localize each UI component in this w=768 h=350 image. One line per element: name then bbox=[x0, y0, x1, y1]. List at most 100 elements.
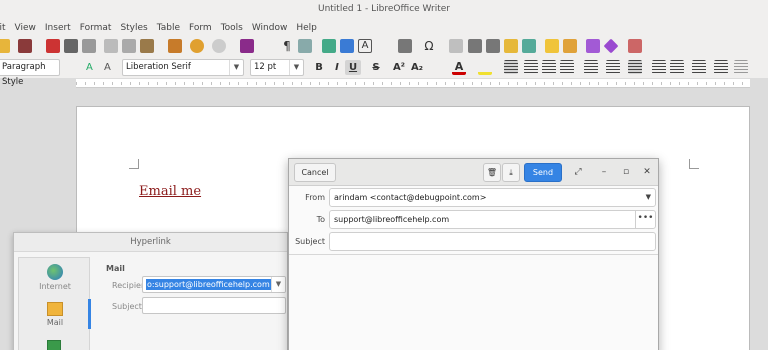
formatting-marks-icon[interactable]: ¶ bbox=[280, 39, 294, 53]
line-spacing-icon[interactable] bbox=[692, 60, 706, 74]
minimize-icon[interactable]: – bbox=[598, 166, 610, 178]
menu-item-format[interactable]: Format bbox=[80, 23, 112, 33]
underline-button[interactable]: U bbox=[345, 60, 361, 75]
update-style-icon[interactable]: A bbox=[86, 61, 100, 75]
paragraph-spacing-icon[interactable] bbox=[714, 60, 728, 74]
sidebar-item-label: Mail bbox=[46, 318, 64, 327]
menu-item-styles[interactable]: Styles bbox=[120, 23, 147, 33]
menu-item-form[interactable]: Form bbox=[189, 23, 212, 33]
close-icon[interactable]: ✕ bbox=[641, 166, 653, 178]
cut-icon[interactable] bbox=[104, 39, 118, 53]
italic-button[interactable]: I bbox=[330, 60, 344, 75]
paragraph-style-value: Paragraph Style bbox=[2, 62, 46, 87]
to-field[interactable]: support@libreofficehelp.com ••• bbox=[329, 210, 656, 229]
recipient-input[interactable]: o:support@libreofficehelp.com ▼ bbox=[142, 276, 286, 293]
insert-comment-icon[interactable] bbox=[545, 39, 559, 53]
sidebar-active-indicator bbox=[88, 299, 91, 329]
insert-line-icon[interactable] bbox=[586, 39, 600, 53]
mail-section-title: Mail bbox=[106, 264, 125, 273]
increase-indent-icon[interactable] bbox=[652, 60, 666, 74]
sidebar-item-mail[interactable]: Mail bbox=[19, 302, 91, 327]
track-changes-icon[interactable] bbox=[563, 39, 577, 53]
special-character-icon[interactable]: Ω bbox=[422, 39, 436, 53]
expand-icon[interactable]: ⤢ bbox=[572, 166, 584, 178]
bullet-list-icon[interactable] bbox=[584, 60, 598, 74]
window-title-bar: Untitled 1 - LibreOffice Writer bbox=[0, 0, 768, 19]
align-left-icon[interactable] bbox=[504, 60, 518, 74]
font-size-select[interactable]: 12 pt ▼ bbox=[250, 59, 304, 76]
crop-mark-right bbox=[689, 159, 699, 169]
strikethrough-button[interactable]: S bbox=[369, 60, 383, 75]
chevron-down-icon[interactable]: ▼ bbox=[229, 60, 243, 75]
paragraph-style-select[interactable]: Paragraph Style bbox=[0, 59, 60, 87]
print-preview-icon[interactable] bbox=[82, 39, 96, 53]
align-right-icon[interactable] bbox=[542, 60, 556, 74]
download-icon: ⤓ bbox=[509, 168, 513, 177]
export-pdf-icon[interactable] bbox=[46, 39, 60, 53]
sidebar-item-internet[interactable]: Internet bbox=[19, 264, 91, 291]
open-icon[interactable] bbox=[0, 39, 10, 53]
standard-toolbar: ¶ A Ω bbox=[0, 36, 768, 57]
insert-table-icon[interactable] bbox=[298, 39, 312, 53]
chevron-down-icon[interactable]: ▼ bbox=[646, 189, 651, 206]
menu-item-help[interactable]: Help bbox=[296, 23, 317, 33]
menu-item-window[interactable]: Window bbox=[252, 23, 288, 33]
insert-footnote-icon[interactable] bbox=[468, 39, 482, 53]
basic-shapes-icon[interactable] bbox=[603, 38, 619, 54]
horizontal-ruler[interactable] bbox=[76, 79, 750, 88]
chevron-down-icon[interactable]: ▼ bbox=[289, 60, 303, 75]
insert-field-icon[interactable] bbox=[398, 39, 412, 53]
message-body[interactable] bbox=[289, 254, 658, 350]
new-style-icon[interactable]: A bbox=[104, 61, 118, 75]
decrease-indent-icon[interactable] bbox=[670, 60, 684, 74]
highlight-color-icon[interactable] bbox=[478, 61, 492, 75]
font-name-select[interactable]: Liberation Serif ▼ bbox=[122, 59, 244, 76]
delete-button[interactable]: 🗑 bbox=[483, 163, 501, 182]
paste-icon[interactable] bbox=[140, 39, 154, 53]
insert-bookmark-icon[interactable] bbox=[504, 39, 518, 53]
menu-item-tools[interactable]: Tools bbox=[221, 23, 243, 33]
insert-endnote-icon[interactable] bbox=[486, 39, 500, 53]
justify-icon[interactable] bbox=[560, 60, 574, 74]
bold-button[interactable]: B bbox=[312, 60, 326, 75]
redo-icon[interactable] bbox=[212, 39, 226, 53]
font-color-icon[interactable]: A bbox=[452, 61, 466, 75]
more-options-icon[interactable]: ••• bbox=[635, 211, 655, 228]
maximize-icon[interactable]: ▫ bbox=[620, 166, 632, 178]
insert-textbox-icon[interactable]: A bbox=[358, 39, 372, 53]
insert-chart-icon[interactable] bbox=[340, 39, 354, 53]
clone-formatting-icon[interactable] bbox=[168, 39, 182, 53]
cancel-button[interactable]: Cancel bbox=[294, 163, 336, 182]
insert-image-icon[interactable] bbox=[322, 39, 336, 53]
align-center-icon[interactable] bbox=[524, 60, 538, 74]
sidebar-toggle-icon[interactable] bbox=[734, 60, 748, 74]
insert-cross-reference-icon[interactable] bbox=[522, 39, 536, 53]
menu-item-view[interactable]: View bbox=[15, 23, 36, 33]
menu-item-insert[interactable]: Insert bbox=[45, 23, 71, 33]
print-icon[interactable] bbox=[64, 39, 78, 53]
recipient-value: o:support@libreofficehelp.com bbox=[146, 279, 271, 290]
from-select[interactable]: arindam <contact@debugpoint.com> ▼ bbox=[329, 188, 656, 207]
menu-bar: lit View Insert Format Styles Table Form… bbox=[0, 19, 768, 36]
superscript-button[interactable]: A² bbox=[391, 60, 407, 75]
menu-item-edit[interactable]: lit bbox=[0, 23, 6, 33]
draw-functions-icon[interactable] bbox=[628, 39, 642, 53]
send-button[interactable]: Send bbox=[524, 163, 562, 182]
copy-icon[interactable] bbox=[122, 39, 136, 53]
insert-hyperlink-icon[interactable] bbox=[449, 39, 463, 53]
document-icon[interactable] bbox=[47, 340, 61, 350]
spellcheck-icon[interactable] bbox=[240, 39, 254, 53]
subscript-button[interactable]: A₂ bbox=[409, 60, 425, 75]
hyperlink-dialog: Hyperlink Internet Mail Mail Recipient: … bbox=[13, 232, 288, 350]
menu-item-table[interactable]: Table bbox=[157, 23, 180, 33]
subject-input[interactable] bbox=[142, 297, 286, 314]
subject-label: Subject: bbox=[112, 302, 145, 311]
save-draft-button[interactable]: ⤓ bbox=[502, 163, 520, 182]
numbered-list-icon[interactable] bbox=[606, 60, 620, 74]
chevron-down-icon[interactable]: ▼ bbox=[271, 277, 285, 292]
outline-format-icon[interactable] bbox=[628, 60, 642, 74]
save-icon[interactable] bbox=[18, 39, 32, 53]
subject-field[interactable] bbox=[329, 232, 656, 251]
document-hyperlink[interactable]: Email me bbox=[139, 184, 201, 199]
undo-icon[interactable] bbox=[190, 39, 204, 53]
